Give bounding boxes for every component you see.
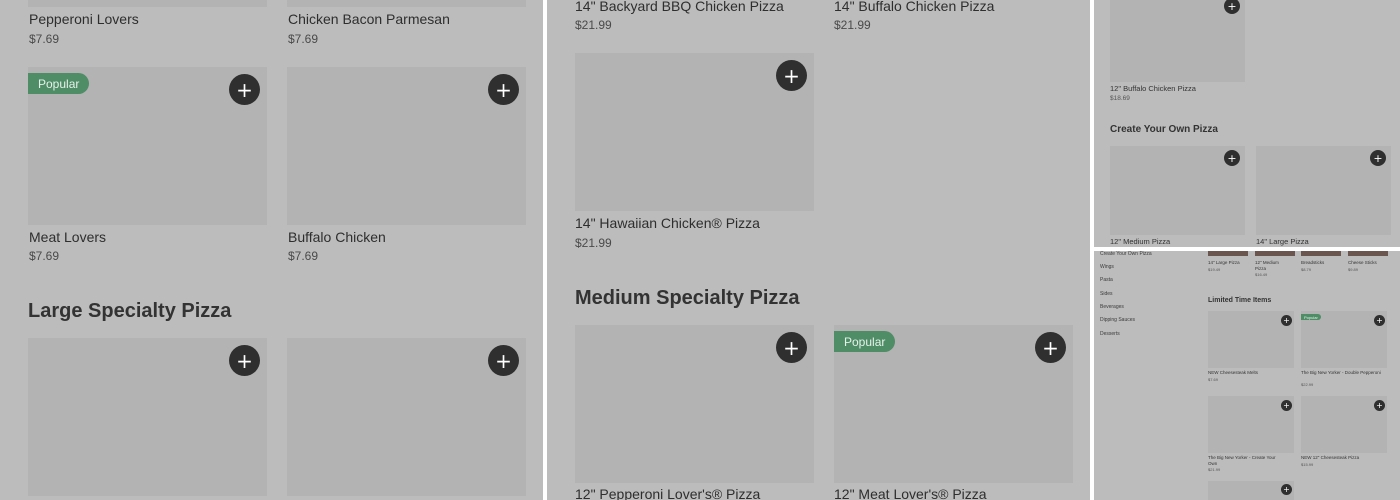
add-to-cart-button[interactable]: + [1035, 332, 1066, 363]
item-price: $18.69 [1110, 95, 1130, 102]
add-to-cart-button[interactable]: + [1281, 315, 1292, 326]
item-name[interactable]: 12" Pepperoni Lover's® Pizza [575, 486, 760, 500]
add-to-cart-button[interactable]: + [1224, 150, 1240, 166]
section-title: Limited Time Items [1208, 297, 1272, 304]
nav-item-desserts[interactable]: Desserts [1100, 331, 1120, 337]
item-image[interactable] [1301, 251, 1341, 256]
item-price: $8.79 [1301, 267, 1312, 272]
menu-panel-bottom-right: Create Your Own Pizza Wings Pasta Sides … [1094, 251, 1400, 500]
nav-item-sides[interactable]: Sides [1100, 291, 1113, 297]
item-price: $7.69 [29, 249, 60, 263]
item-image[interactable] [28, 0, 267, 7]
item-name[interactable]: NEW 12" Cheesesteak Pizza [1301, 455, 1385, 461]
item-image[interactable] [1208, 251, 1248, 256]
item-name[interactable]: 12" Buffalo Chicken Pizza [1110, 84, 1196, 93]
item-price: $7.69 [288, 249, 319, 263]
item-name[interactable]: Cheese Sticks [1348, 260, 1388, 266]
item-image[interactable] [1348, 251, 1388, 256]
popular-badge: Popular [1301, 314, 1321, 320]
popular-badge: Popular [834, 331, 896, 352]
item-name[interactable]: 14" Large Pizza [1256, 237, 1309, 246]
item-price: $21.99 [834, 18, 871, 32]
item-price: $7.69 [288, 32, 319, 46]
add-to-cart-button[interactable]: + [776, 60, 807, 91]
item-price: $22.99 [1301, 382, 1314, 387]
add-to-cart-button[interactable]: + [1370, 150, 1386, 166]
add-to-cart-button[interactable]: + [1281, 400, 1292, 411]
add-to-cart-button[interactable]: + [229, 74, 260, 105]
menu-panel-left: Pepperoni Lovers $7.69 Chicken Bacon Par… [0, 0, 543, 500]
item-image[interactable] [287, 0, 526, 7]
add-to-cart-button[interactable]: + [1281, 484, 1292, 495]
item-price: $9.89 [1348, 267, 1359, 272]
item-image[interactable] [1110, 0, 1245, 82]
add-to-cart-button[interactable]: + [229, 345, 260, 376]
item-name[interactable]: 12" Medium Pizza [1255, 260, 1285, 271]
nav-item-pasta[interactable]: Pasta [1100, 277, 1113, 283]
item-image[interactable] [1255, 251, 1295, 256]
item-name[interactable]: Chicken Bacon Parmesan [288, 11, 450, 27]
section-title: Medium Specialty Pizza [575, 287, 800, 309]
section-title: Create Your Own Pizza [1110, 124, 1218, 135]
add-to-cart-button[interactable]: + [488, 345, 519, 376]
add-to-cart-button[interactable]: + [1374, 400, 1385, 411]
popular-badge: Popular [28, 73, 90, 94]
item-price: $21.99 [575, 18, 612, 32]
item-name[interactable]: 14" Buffalo Chicken Pizza [834, 0, 994, 14]
item-price: $21.99 [1208, 467, 1221, 472]
menu-panel-middle: 14" Backyard BBQ Chicken Pizza $21.99 14… [547, 0, 1090, 500]
item-name[interactable]: Breadsticks [1301, 260, 1341, 266]
item-name[interactable]: 14" Hawaiian Chicken® Pizza [575, 215, 760, 231]
nav-item-beverages[interactable]: Beverages [1100, 304, 1124, 310]
item-name[interactable]: 14" Backyard BBQ Chicken Pizza [575, 0, 784, 14]
item-name[interactable]: NEW Cheesesteak Melts [1208, 370, 1288, 376]
item-price: $19.49 [1208, 267, 1221, 272]
item-name[interactable]: 14" Large Pizza [1208, 260, 1248, 266]
nav-item-create-your-own-pizza[interactable]: Create Your Own Pizza [1100, 251, 1152, 257]
nav-item-wings[interactable]: Wings [1100, 264, 1114, 270]
nav-item-dipping-sauces[interactable]: Dipping Sauces [1100, 317, 1135, 323]
item-name[interactable]: Pepperoni Lovers [29, 11, 139, 27]
item-name[interactable]: 12" Medium Pizza [1110, 237, 1170, 246]
item-price: $7.69 [1208, 377, 1219, 382]
add-to-cart-button[interactable]: + [776, 332, 807, 363]
menu-panel-top-right: + 12" Buffalo Chicken Pizza $18.69 Creat… [1094, 0, 1400, 247]
item-price: $21.99 [575, 236, 612, 250]
section-title: Large Specialty Pizza [28, 300, 232, 322]
item-price: $16.49 [1255, 272, 1268, 277]
item-name[interactable]: 12" Meat Lover's® Pizza [834, 486, 987, 500]
item-name[interactable]: The Big New Yorker - Create Your Own [1208, 455, 1284, 466]
item-name[interactable]: The Big New Yorker - Double Pepperoni [1301, 370, 1385, 376]
item-price: $7.69 [29, 32, 60, 46]
add-to-cart-button[interactable]: + [488, 74, 519, 105]
item-name[interactable]: Meat Lovers [29, 229, 106, 245]
item-price: $15.99 [1301, 462, 1314, 467]
item-name[interactable]: Buffalo Chicken [288, 229, 386, 245]
add-to-cart-button[interactable]: + [1374, 315, 1385, 326]
